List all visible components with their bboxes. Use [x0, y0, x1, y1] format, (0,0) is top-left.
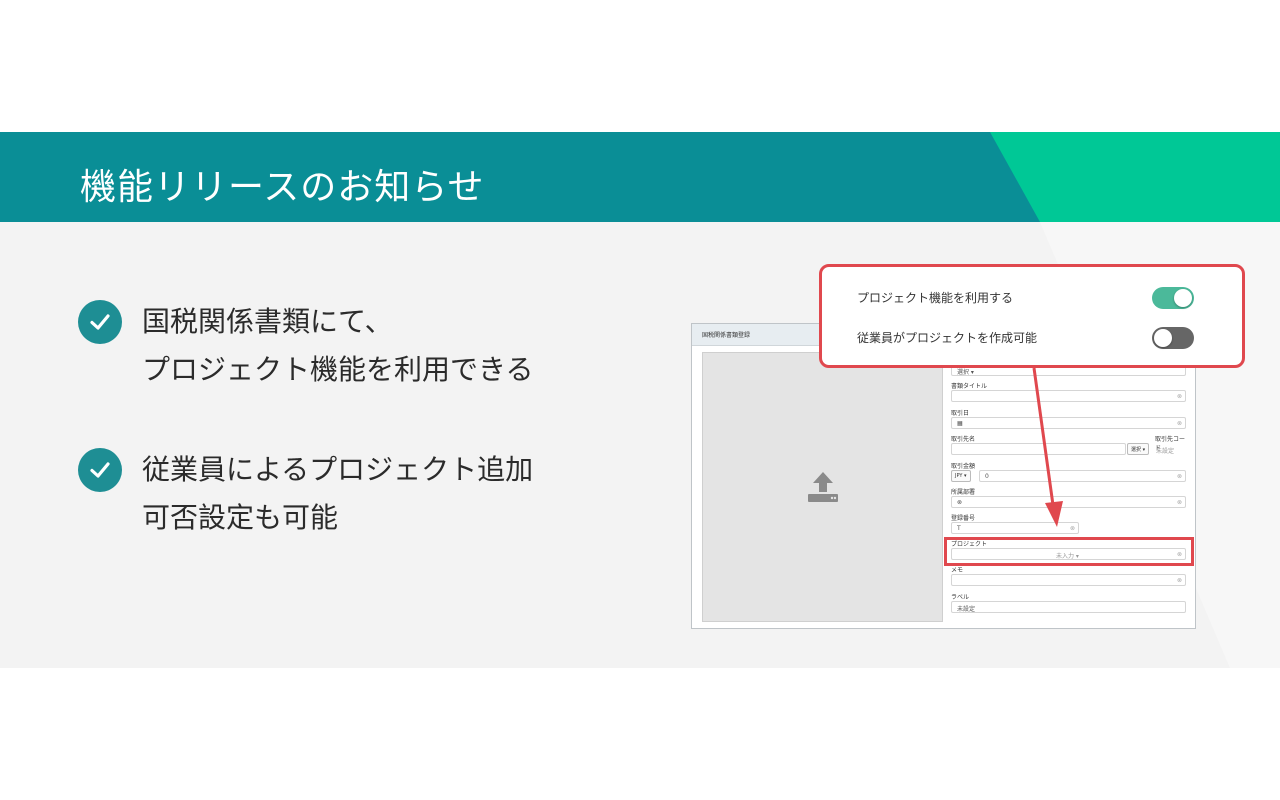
employee-create-label: 従業員がプロジェクトを作成可能 [857, 331, 1038, 345]
upload-icon [807, 472, 838, 502]
date-label: 取引日 [951, 410, 970, 417]
label-input[interactable]: 未設定 [951, 601, 1186, 613]
use-project-toggle[interactable] [1152, 287, 1194, 309]
app-screenshot: 国税関係書類登録 選択 ▾ 書類タイトル ⊗ 取引日 ▦ ⊗ 取引先名 取引先コー… [691, 323, 1196, 629]
reg-number-label: 登録番号 [951, 515, 976, 522]
currency-select[interactable]: JPY ▾ [951, 470, 971, 482]
select-value: 選択 ▾ [957, 369, 974, 376]
use-project-label: プロジェクト機能を利用する [857, 291, 1014, 305]
label-value: 未設定 [957, 606, 976, 613]
screenshot-title: 国税関係書類登録 [702, 332, 751, 339]
check-icon [78, 448, 122, 492]
upload-area[interactable] [702, 352, 943, 622]
project-field-highlight [944, 537, 1194, 566]
partner-input[interactable] [951, 443, 1126, 455]
feature-text: 従業員によるプロジェクト追加 可否設定も可能 [142, 446, 533, 542]
page-title: 機能リリースのお知らせ [80, 167, 485, 208]
partner-label: 取引先名 [951, 436, 976, 443]
feature-item: 従業員によるプロジェクト追加 可否設定も可能 [78, 448, 533, 542]
feature-item: 国税関係書類にて、 プロジェクト機能を利用できる [78, 300, 533, 394]
feature-text: 国税関係書類にて、 プロジェクト機能を利用できる [142, 298, 533, 394]
date-input[interactable]: ▦ ⊗ [951, 417, 1186, 429]
doc-title-label: 書類タイトル [951, 383, 988, 390]
check-icon [78, 300, 122, 344]
memo-label: メモ [951, 567, 964, 574]
feature-line: 国税関係書類にて、 [142, 305, 393, 338]
doc-title-input[interactable]: ⊗ [951, 390, 1186, 402]
settings-popup: プロジェクト機能を利用する 従業員がプロジェクトを作成可能 [819, 264, 1245, 368]
amount-label: 取引金額 [951, 463, 976, 470]
feature-line: プロジェクト機能を利用できる [142, 353, 534, 386]
amount-input[interactable]: 0 ⊗ [979, 470, 1186, 482]
calendar-icon: ▦ [957, 420, 963, 427]
department-input[interactable]: ⊗ ⊗ [951, 496, 1186, 508]
partner-code-value: 未設定 [1156, 448, 1175, 455]
feature-line: 従業員によるプロジェクト追加 [142, 453, 534, 486]
department-label: 所属部署 [951, 489, 976, 496]
reg-number-value: T [957, 525, 961, 532]
amount-value: 0 [985, 473, 989, 480]
feature-line: 可否設定も可能 [142, 501, 339, 534]
partner-select-button[interactable]: 選択 ▾ [1127, 443, 1150, 455]
header-bar: 機能リリースのお知らせ [0, 132, 1280, 222]
reg-number-input[interactable]: T ⊗ [951, 522, 1079, 534]
label-label: ラベル [951, 594, 970, 601]
memo-input[interactable]: ⊗ [951, 574, 1186, 586]
employee-create-toggle[interactable] [1152, 327, 1194, 349]
